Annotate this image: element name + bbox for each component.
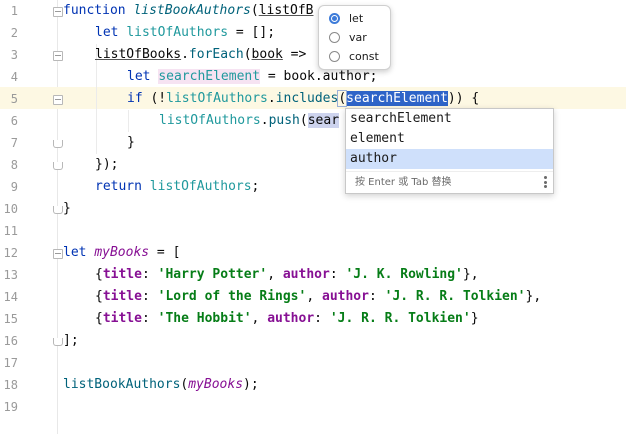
declaration-chooser: let var const: [318, 5, 391, 70]
line-number: 9: [10, 180, 18, 194]
line-number: 15: [3, 312, 18, 326]
fold-end-icon[interactable]: [53, 162, 63, 170]
radio-icon[interactable]: [329, 32, 340, 43]
line-number: 10: [3, 202, 18, 216]
line-number: 12: [3, 246, 18, 260]
code-line-15: {title: 'The Hobbit', author: 'J. R. R. …: [95, 311, 479, 326]
code-line-10: }: [63, 201, 71, 216]
typed-text[interactable]: sear: [307, 113, 340, 128]
code-line-9: return listOfAuthors;: [95, 179, 260, 194]
fold-end-icon[interactable]: [53, 338, 63, 346]
radio-selected-icon[interactable]: [329, 13, 340, 24]
line-number: 7: [10, 136, 18, 150]
completion-item[interactable]: searchElement: [346, 109, 553, 129]
code-line-7: }: [127, 135, 135, 150]
fold-end-icon[interactable]: [53, 206, 63, 214]
indent-guide: [128, 110, 129, 132]
line-number: 18: [3, 378, 18, 392]
fold-toggle-icon[interactable]: [53, 249, 63, 259]
code-line-18: listBookAuthors(myBooks);: [63, 377, 259, 392]
line-number: 11: [3, 224, 18, 238]
code-line-6: listOfAuthors.push(sear: [159, 113, 340, 128]
code-line-13: {title: 'Harry Potter', author: 'J. K. R…: [95, 267, 479, 282]
line-number: 3: [10, 48, 18, 62]
completion-hint: 按 Enter 或 Tab 替换: [346, 171, 553, 193]
fold-end-icon[interactable]: [53, 140, 63, 148]
line-number: 14: [3, 290, 18, 304]
code-line-2: let listOfAuthors = [];: [95, 25, 276, 40]
completion-popup: searchElement element author 按 Enter 或 T…: [345, 108, 554, 194]
line-number: 4: [10, 70, 18, 84]
radio-icon[interactable]: [329, 51, 340, 62]
fold-toggle-icon[interactable]: [53, 95, 63, 105]
more-options-icon[interactable]: [544, 176, 547, 188]
line-number: 17: [3, 356, 18, 370]
line-number: 2: [10, 26, 18, 40]
line-number: 1: [10, 4, 18, 18]
completion-item-selected[interactable]: author: [346, 149, 553, 169]
line-number: 5: [10, 92, 18, 106]
code-line-5: if (!listOfAuthors.includes(searchElemen…: [127, 90, 480, 107]
line-number: 19: [3, 400, 18, 414]
code-line-1: function listBookAuthors(listOfB: [63, 3, 314, 18]
completion-item[interactable]: element: [346, 129, 553, 149]
code-line-14: {title: 'Lord of the Rings', author: 'J.…: [95, 289, 542, 304]
fold-toggle-icon[interactable]: [53, 51, 63, 61]
selected-text[interactable]: searchElement: [346, 91, 448, 106]
line-number: 8: [10, 158, 18, 172]
code-line-12: let myBooks = [: [63, 245, 181, 260]
line-number: 13: [3, 268, 18, 282]
line-number: 6: [10, 114, 18, 128]
code-line-16: ];: [63, 333, 79, 348]
code-line-8: });: [95, 157, 119, 172]
code-line-3: listOfBooks.forEach(book =>: [95, 47, 307, 62]
line-number: 16: [3, 334, 18, 348]
fold-toggle-icon[interactable]: [53, 7, 63, 17]
